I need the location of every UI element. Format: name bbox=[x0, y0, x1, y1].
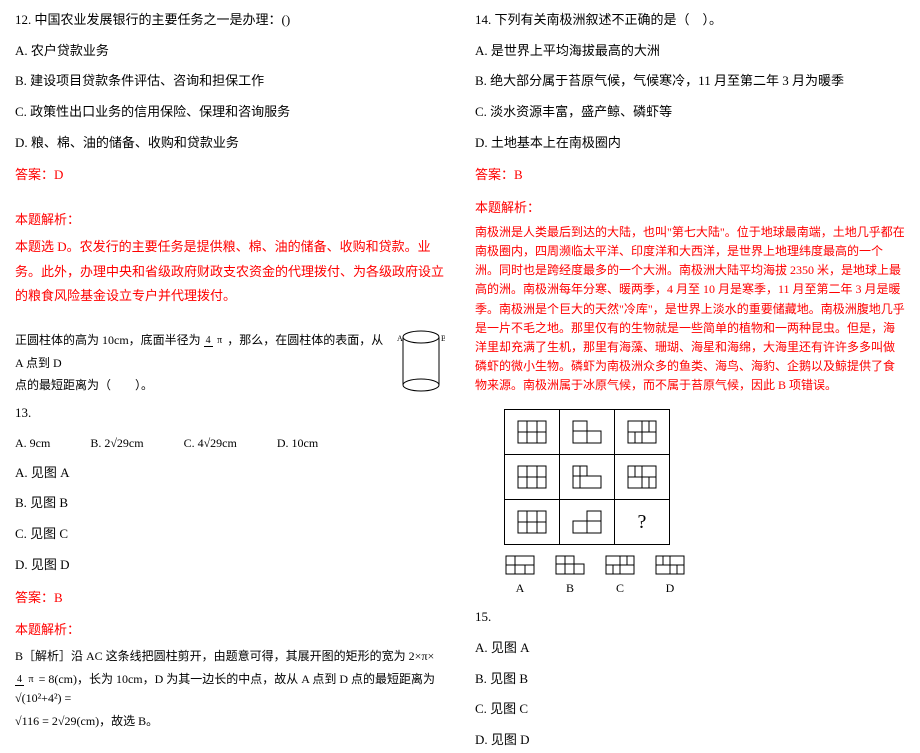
fraction-icon-2: 4 π bbox=[15, 675, 36, 685]
q14-option-b: B. 绝大部分属于苔原气候，气候寒冷，11 月至第二年 3 月为暖季 bbox=[475, 69, 905, 94]
q14-option-c: C. 淡水资源丰富，盛产鲸、磷虾等 bbox=[475, 100, 905, 125]
right-column: 14. 下列有关南极洲叙述不正确的是（ ）。 A. 是世界上平均海拔最高的大洲 … bbox=[460, 0, 920, 651]
shape-icon bbox=[572, 510, 602, 534]
q13-sub-a: A. 9cm bbox=[15, 432, 50, 455]
q15-number: 15. bbox=[475, 605, 905, 630]
q12-explain-body: 本题选 D。农发行的主要任务是提供粮、棉、油的储备、收购和贷款。业务。此外，办理… bbox=[15, 235, 445, 309]
q12-option-b: B. 建设项目贷款条件评估、咨询和担保工作 bbox=[15, 69, 445, 94]
q13-figure: 正圆柱体的高为 10cm，底面半径为 4 π ，那么，在圆柱体的表面，从 A 点… bbox=[15, 329, 445, 397]
shape-icon bbox=[505, 555, 535, 575]
shape-icon bbox=[655, 555, 685, 575]
q13-sub-b: B. 2√29cm bbox=[90, 432, 143, 455]
question-mark-icon: ? bbox=[638, 503, 647, 541]
q15-option-c: C. 见图 C bbox=[475, 697, 905, 722]
shape-icon bbox=[555, 555, 585, 575]
shape-icon bbox=[517, 510, 547, 534]
q13-option-b: B. 见图 B bbox=[15, 491, 445, 516]
q15-option-d: D. 见图 D bbox=[475, 728, 905, 753]
q14-stem: 14. 下列有关南极洲叙述不正确的是（ ）。 bbox=[475, 8, 905, 33]
q13-explain-1: B［解析］沿 AC 这条线把圆柱剪开，由题意可得，其展开图的矩形的宽为 2×π× bbox=[15, 647, 445, 666]
q14-answer: 答案：B bbox=[475, 163, 905, 188]
label-a: A bbox=[397, 334, 403, 343]
q13-option-d: D. 见图 D bbox=[15, 553, 445, 578]
label-b: B bbox=[441, 334, 445, 343]
q13-explain-2: 4 π = 8(cm)，长为 10cm，D 为其一边长的中点，故从 A 点到 D… bbox=[15, 670, 445, 708]
q13-option-c: C. 见图 C bbox=[15, 522, 445, 547]
q14-option-a: A. 是世界上平均海拔最高的大洲 bbox=[475, 39, 905, 64]
q13-number: 13. bbox=[15, 401, 445, 426]
q15-puzzle-grid: ? bbox=[505, 410, 905, 545]
q13-explain-label: 本题解析： bbox=[15, 618, 445, 643]
q15-option-a: A. 见图 A bbox=[475, 636, 905, 661]
q13-option-a: A. 见图 A bbox=[15, 461, 445, 486]
q13-fig-prefix: 正圆柱体的高为 10cm，底面半径为 bbox=[15, 333, 201, 347]
ans-label-a: A bbox=[516, 577, 525, 600]
shape-icon bbox=[572, 465, 602, 489]
q12-answer: 答案：D bbox=[15, 163, 445, 188]
shape-icon bbox=[627, 420, 657, 444]
q15-answer-row: A B C D bbox=[505, 555, 905, 600]
q12-option-c: C. 政策性出口业务的信用保险、保理和咨询服务 bbox=[15, 100, 445, 125]
q13-sub-options: A. 9cm B. 2√29cm C. 4√29cm D. 10cm bbox=[15, 432, 445, 455]
q14-explain-body: 南极洲是人类最后到达的大陆，也叫"第七大陆"。位于地球最南端，土地几乎都在南极圈… bbox=[475, 223, 905, 396]
shape-icon bbox=[572, 420, 602, 444]
shape-icon bbox=[517, 465, 547, 489]
q12-option-a: A. 农户贷款业务 bbox=[15, 39, 445, 64]
cylinder-icon: A B bbox=[397, 329, 445, 393]
q13-explain-3: √116 = 2√29(cm)，故选 B。 bbox=[15, 712, 445, 731]
q14-option-d: D. 土地基本上在南极圈内 bbox=[475, 131, 905, 156]
left-column: 12. 中国农业发展银行的主要任务之一是办理：() A. 农户贷款业务 B. 建… bbox=[0, 0, 460, 651]
q13-sub-d: D. 10cm bbox=[277, 432, 318, 455]
q15-option-b: B. 见图 B bbox=[475, 667, 905, 692]
q12-stem: 12. 中国农业发展银行的主要任务之一是办理：() bbox=[15, 8, 445, 33]
shape-icon bbox=[605, 555, 635, 575]
q13-fig-line2: 点的最短距离为（ ）。 bbox=[15, 374, 391, 397]
q12-explain-label: 本题解析： bbox=[15, 208, 445, 233]
fraction-icon: 4 π bbox=[204, 336, 225, 346]
q13-sub-c: C. 4√29cm bbox=[184, 432, 237, 455]
shape-icon bbox=[517, 420, 547, 444]
ans-label-c: C bbox=[616, 577, 624, 600]
q12-option-d: D. 粮、棉、油的储备、收购和贷款业务 bbox=[15, 131, 445, 156]
ans-label-d: D bbox=[666, 577, 675, 600]
q14-explain-label: 本题解析： bbox=[475, 196, 905, 221]
q13-answer: 答案：B bbox=[15, 586, 445, 611]
shape-icon bbox=[627, 465, 657, 489]
ans-label-b: B bbox=[566, 577, 574, 600]
